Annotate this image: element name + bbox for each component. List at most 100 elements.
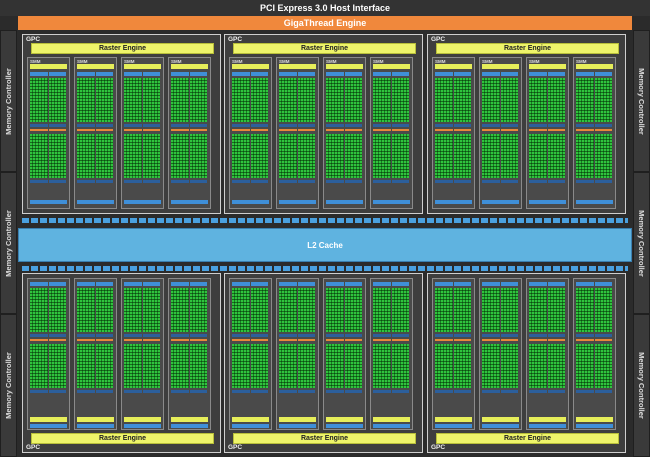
smm-block: SMM [432,278,475,430]
memory-controller-label: Memory Controller [637,209,646,277]
register-file [48,390,66,393]
register-file [529,124,547,127]
cuda-core-array [391,288,409,332]
cuda-core-array [124,288,142,332]
warp-scheduler [500,282,518,286]
instruction-cache [279,417,316,422]
register-file [482,334,500,337]
register-file [95,334,113,337]
cuda-core-array [482,288,500,332]
cuda-core-array [77,134,95,178]
cuda-core-array [594,288,612,332]
gpc-block: GPCRaster EngineSMMSMMSMMSMM [427,34,626,214]
cuda-core-array [232,134,250,178]
smm-block: SMM [229,278,272,430]
warp-scheduler [326,282,344,286]
texture-units [373,200,410,204]
register-file [453,124,471,127]
warp-scheduler [142,282,160,286]
warp-scheduler [189,282,207,286]
cuda-core-array [77,288,95,332]
instruction-cache [171,417,208,422]
register-file [500,124,518,127]
load-store-units [30,339,48,341]
gpc-block: GPCRaster EngineSMMSMMSMMSMM [427,273,626,453]
register-file [500,180,518,183]
register-file [576,124,594,127]
load-store-units [500,339,518,341]
register-file [232,334,250,337]
warp-scheduler [453,72,471,76]
instruction-cache [30,64,67,69]
register-file [189,124,207,127]
warp-scheduler [500,72,518,76]
load-store-units [500,129,518,131]
register-file [326,390,344,393]
texture-units [124,200,161,204]
cuda-core-array [482,134,500,178]
instruction-cache [279,64,316,69]
warp-scheduler [391,72,409,76]
cuda-core-array [500,344,518,388]
cuda-core-array [48,78,66,122]
warp-scheduler [124,282,142,286]
warp-scheduler [344,72,362,76]
cuda-core-array [189,134,207,178]
load-store-units [232,339,250,341]
cuda-core-array [594,134,612,178]
instruction-cache [529,64,566,69]
cuda-core-array [232,344,250,388]
load-store-units [576,129,594,131]
warp-scheduler [344,282,362,286]
instruction-cache [576,64,613,69]
cuda-core-array [435,288,453,332]
warp-scheduler [594,282,612,286]
cuda-core-array [373,344,391,388]
gpc-label: GPC [228,36,243,43]
register-file [547,390,565,393]
warp-scheduler [435,282,453,286]
cuda-core-array [594,78,612,122]
register-file [453,390,471,393]
warp-scheduler [142,72,160,76]
smm-block: SMM [229,57,272,209]
warp-scheduler [30,282,48,286]
register-file [142,180,160,183]
register-file [250,124,268,127]
register-file [547,180,565,183]
register-file [373,334,391,337]
load-store-units [344,129,362,131]
cuda-core-array [576,288,594,332]
warp-scheduler [529,282,547,286]
cuda-core-array [435,78,453,122]
register-file [529,334,547,337]
warp-scheduler [373,282,391,286]
register-file [297,334,315,337]
l2-cache: L2 Cache [18,228,632,262]
texture-units [171,200,208,204]
warp-scheduler [547,72,565,76]
texture-units [77,200,114,204]
load-store-units [77,129,95,131]
register-file [373,124,391,127]
warp-scheduler [48,282,66,286]
memory-controller-right-3: Memory Controller [633,314,650,457]
warp-scheduler [171,72,189,76]
load-store-units [594,339,612,341]
instruction-cache [124,64,161,69]
load-store-units [279,339,297,341]
cuda-core-array [326,78,344,122]
load-store-units [576,339,594,341]
warp-scheduler [48,72,66,76]
cuda-core-array [373,288,391,332]
instruction-cache [171,64,208,69]
instruction-cache [435,417,472,422]
warp-scheduler [391,282,409,286]
cuda-core-array [547,344,565,388]
register-file [189,180,207,183]
gpc-label: GPC [26,36,41,43]
cuda-core-array [250,344,268,388]
raster-engine: Raster Engine [31,43,214,54]
register-file [594,390,612,393]
register-file [326,334,344,337]
